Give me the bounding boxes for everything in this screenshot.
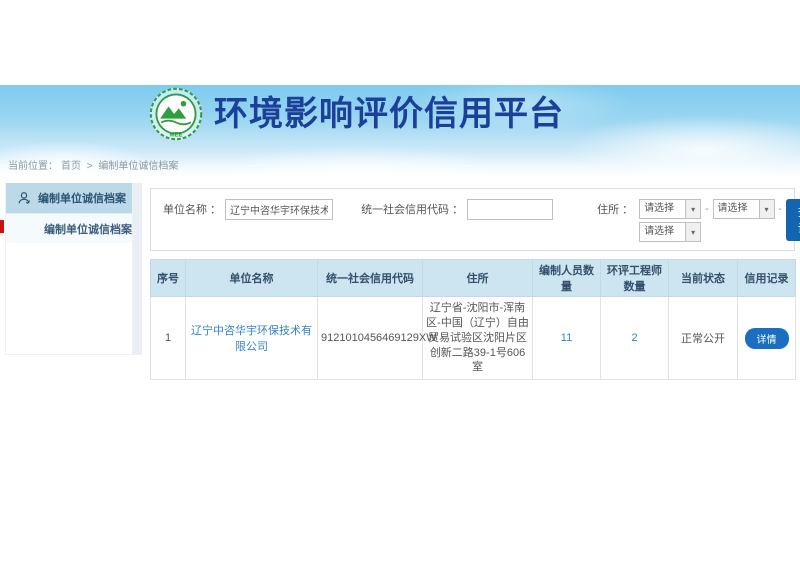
column-header-engineer-count: 环评工程师数量 xyxy=(601,260,669,297)
search-button[interactable]: 查询 xyxy=(786,199,800,241)
city-select-value: 请选择 xyxy=(714,200,759,218)
row-index: 1 xyxy=(151,297,186,380)
breadcrumb-home-link[interactable]: 首页 xyxy=(61,161,81,172)
site-title: 环境影响评价信用平台 xyxy=(214,86,564,142)
search-form: 单位名称 ： 统一社会信用代码 ： 住所 ： 请选择 - 请选择 - xyxy=(150,188,795,251)
company-name-label: 单位名称 ： xyxy=(163,199,221,221)
address-value: 辽宁省-沈阳市-浑南区-中国（辽宁）自由贸易试验区沈阳片区创新二路39-1号60… xyxy=(423,297,533,380)
column-header-status: 当前状态 xyxy=(669,260,738,297)
column-header-staff-count: 编制人员数量 xyxy=(533,260,601,297)
table-header-row: 序号 单位名称 统一社会信用代码 住所 编制人员数量 环评工程师数量 当前状态 … xyxy=(151,260,796,297)
credit-code-label: 统一社会信用代码 ： xyxy=(361,199,463,221)
credit-code-input[interactable] xyxy=(467,199,553,220)
breadcrumb-separator: > xyxy=(87,161,93,172)
breadcrumb-label: 当前位置： xyxy=(8,161,58,172)
sidebar-header-label: 编制单位诚信档案 xyxy=(38,190,126,206)
chevron-down-icon[interactable] xyxy=(759,200,774,218)
district-select[interactable]: 请选择 xyxy=(639,222,701,242)
district-select-value: 请选择 xyxy=(640,223,685,241)
sidebar-item-credit-archive[interactable]: 编制单位诚信档案 xyxy=(6,213,132,243)
breadcrumb: 当前位置：首页 > 编制单位诚信档案 xyxy=(8,157,181,172)
breadcrumb-current: 编制单位诚信档案 xyxy=(98,161,178,172)
active-item-marker xyxy=(0,220,4,233)
logo-text: MEE xyxy=(169,132,182,138)
address-label: 住所 ： xyxy=(597,199,633,221)
mee-logo: MEE xyxy=(148,86,204,142)
page-root: MEE 环境影响评价信用平台 当前位置：首页 > 编制单位诚信档案 编制单位诚信… xyxy=(0,0,800,565)
status-text: 正常公开 xyxy=(669,297,738,380)
credit-code-value: 9121010456469129XW xyxy=(318,297,423,380)
engineer-count-link[interactable]: 2 xyxy=(631,332,637,344)
chevron-down-icon[interactable] xyxy=(685,200,700,218)
address-selects: 请选择 - 请选择 - 请选择 xyxy=(639,199,786,242)
column-header-seq: 序号 xyxy=(151,260,186,297)
column-header-credit-code: 统一社会信用代码 xyxy=(318,260,423,297)
table-row: 1 辽宁中咨华宇环保技术有限公司 9121010456469129XW 辽宁省-… xyxy=(151,297,796,380)
sidebar-divider xyxy=(133,183,142,355)
sidebar-item-label: 编制单位诚信档案 xyxy=(44,221,132,237)
sidebar-header[interactable]: 编制单位诚信档案 xyxy=(6,183,132,213)
column-header-address: 住所 xyxy=(423,260,533,297)
province-select[interactable]: 请选择 xyxy=(639,199,701,219)
company-name-link[interactable]: 辽宁中咨华宇环保技术有限公司 xyxy=(191,325,312,353)
user-icon xyxy=(17,191,31,205)
detail-button[interactable]: 详情 xyxy=(745,328,789,349)
province-select-value: 请选择 xyxy=(640,200,685,218)
brand: MEE 环境影响评价信用平台 xyxy=(148,86,564,142)
main-content: 单位名称 ： 统一社会信用代码 ： 住所 ： 请选择 - 请选择 - xyxy=(150,188,795,380)
sidebar: 编制单位诚信档案 编制单位诚信档案 xyxy=(5,183,133,355)
address-separator: - xyxy=(705,204,708,215)
column-header-credit-record: 信用记录 xyxy=(738,260,796,297)
city-select[interactable]: 请选择 xyxy=(713,199,775,219)
column-header-company-name: 单位名称 xyxy=(186,260,318,297)
company-name-input[interactable] xyxy=(225,199,333,220)
results-table: 序号 单位名称 统一社会信用代码 住所 编制人员数量 环评工程师数量 当前状态 … xyxy=(150,259,796,380)
staff-count-link[interactable]: 11 xyxy=(561,332,572,344)
address-separator: - xyxy=(779,204,782,215)
chevron-down-icon[interactable] xyxy=(685,223,700,241)
